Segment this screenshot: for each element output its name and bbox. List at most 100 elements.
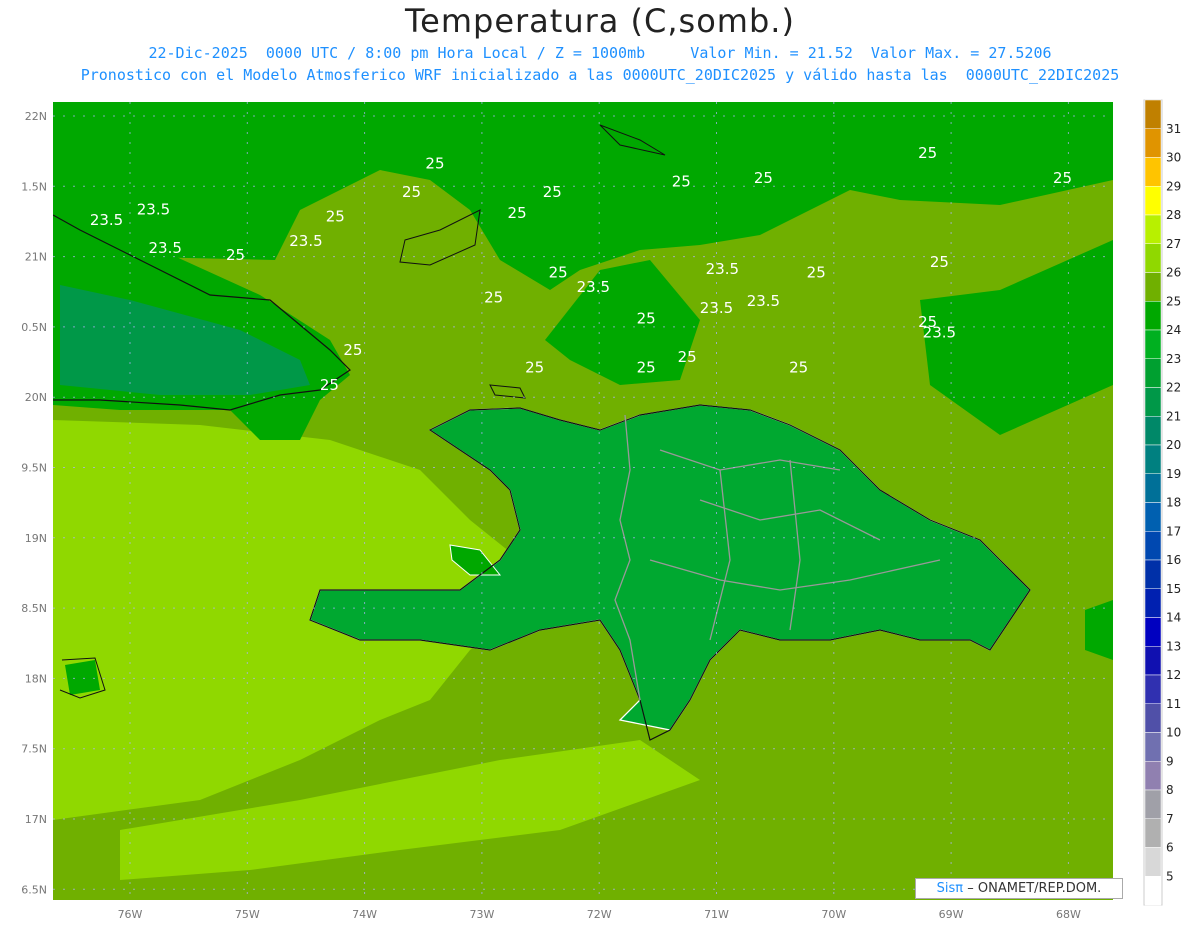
contour-label: 25: [754, 169, 773, 187]
colorbar-label: 13: [1166, 639, 1181, 653]
colorbar-label: 23: [1166, 352, 1181, 366]
colorbar-swatch: [1144, 646, 1162, 676]
lat-tick-label: 6.5N: [21, 883, 47, 896]
contour-label: 25: [789, 359, 808, 377]
contour-label: 23.5: [289, 232, 322, 250]
contour-label: 25: [1053, 169, 1072, 187]
colorbar-label: 15: [1166, 582, 1181, 596]
colorbar-label: 31: [1166, 122, 1181, 136]
lat-tick-label: 19N: [25, 532, 47, 545]
lat-tick-label: 1.5N: [21, 180, 47, 193]
colorbar-label: 29: [1166, 179, 1181, 193]
colorbar-label: 8: [1166, 783, 1174, 797]
lon-tick-label: 70W: [821, 908, 846, 921]
colorbar-label: 6: [1166, 841, 1174, 855]
contour-label: 25: [326, 207, 345, 225]
colorbar-label: 17: [1166, 524, 1181, 538]
contour-label: 25: [402, 183, 421, 201]
contour-label: 25: [525, 359, 544, 377]
sispi-logo: Sisπ: [936, 881, 964, 896]
colorbar-swatch: [1144, 617, 1162, 647]
contour-label: 23.5: [747, 292, 780, 310]
contour-label: 25: [484, 288, 503, 306]
model-info-line: Pronostico con el Modelo Atmosferico WRF…: [80, 66, 1120, 84]
colorbar-label: 26: [1166, 266, 1181, 280]
contour-label: 25: [543, 183, 562, 201]
contour-label: 25: [807, 264, 826, 282]
credit-box: Sisπ – ONAMET/REP.DOM.: [915, 878, 1123, 899]
colorbar-swatch: [1144, 674, 1162, 704]
colorbar-label: 18: [1166, 496, 1181, 510]
contour-label: 25: [672, 172, 691, 190]
colorbar-label: 16: [1166, 553, 1181, 567]
contour-label: 25: [918, 144, 937, 162]
contour-label: 23.5: [706, 260, 739, 278]
lon-tick-label: 76W: [118, 908, 143, 921]
lat-tick-label: 17N: [25, 813, 47, 826]
colorbar-swatch: [1144, 416, 1162, 446]
contour-label: 23.5: [148, 239, 181, 257]
colorbar-label: 14: [1166, 611, 1181, 625]
colorbar-swatch: [1144, 588, 1162, 618]
colorbar-swatch: [1144, 876, 1162, 906]
contour-label: 23.5: [137, 200, 170, 218]
credit-text: – ONAMET/REP.DOM.: [967, 881, 1102, 896]
colorbar-swatch: [1144, 157, 1162, 187]
colorbar-swatch: [1144, 329, 1162, 359]
lon-tick-label: 72W: [587, 908, 612, 921]
map-title: Temperatura (C,somb.): [405, 2, 795, 40]
colorbar-label: 12: [1166, 668, 1181, 682]
colorbar-swatch: [1144, 789, 1162, 819]
contour-label: 25: [226, 246, 245, 264]
contour-label: 25: [425, 155, 444, 173]
contour-label: 23.5: [700, 299, 733, 317]
colorbar-swatch: [1144, 99, 1162, 129]
contour-label: 25: [549, 264, 568, 282]
colorbar-label: 11: [1166, 697, 1181, 711]
contour-label: 25: [343, 341, 362, 359]
colorbar-swatch: [1144, 301, 1162, 331]
colorbar-swatch: [1144, 243, 1162, 273]
contour-label: 25: [678, 348, 697, 366]
contour-label: 25: [637, 359, 656, 377]
lat-tick-label: 8.5N: [21, 602, 47, 615]
lat-tick-label: 9.5N: [21, 462, 47, 475]
colorbar-swatch: [1144, 847, 1162, 877]
colorbar-label: 19: [1166, 467, 1181, 481]
colorbar-swatch: [1144, 502, 1162, 532]
contour-label: 23.5: [577, 278, 610, 296]
contour-label: 25: [637, 309, 656, 327]
lon-tick-label: 74W: [352, 908, 377, 921]
contour-label: 25: [320, 376, 339, 394]
colorbar-label: 22: [1166, 381, 1181, 395]
lon-tick-label: 69W: [939, 908, 964, 921]
cool-region: [65, 660, 100, 695]
lat-tick-label: 21N: [25, 251, 47, 264]
contour-label: 23.5: [90, 211, 123, 229]
temperature-map: 22N 1.5N 21N 0.5N 20N 9.5N 19N 8.5N 18N 7.5N 17N 6.…: [21, 99, 1181, 921]
colorbar-swatch: [1144, 761, 1162, 791]
lat-tick-label: 0.5N: [21, 321, 47, 334]
colorbar-label: 24: [1166, 323, 1181, 337]
colorbar-swatch: [1144, 818, 1162, 848]
colorbar-swatch: [1144, 444, 1162, 474]
colorbar-label: 21: [1166, 409, 1181, 423]
colorbar-swatch: [1144, 186, 1162, 216]
lon-tick-label: 73W: [469, 908, 494, 921]
colorbar-label: 9: [1166, 754, 1174, 768]
lon-tick-label: 68W: [1056, 908, 1081, 921]
colorbar-label: 5: [1166, 869, 1174, 883]
colorbar-swatch: [1144, 214, 1162, 244]
colorbar-swatch: [1144, 732, 1162, 762]
colorbar-label: 30: [1166, 151, 1181, 165]
cool-region: [1085, 600, 1113, 660]
colorbar: 31 30 29 28 27 26 25 24 23 22 21 20 19 18 17 16 15 14 13 12…: [1143, 99, 1181, 906]
lat-tick-label: 22N: [25, 110, 47, 123]
colorbar-swatch: [1144, 128, 1162, 158]
colorbar-label: 27: [1166, 237, 1181, 251]
colorbar-label: 10: [1166, 726, 1181, 740]
colorbar-swatch: [1144, 703, 1162, 733]
lon-tick-label: 71W: [704, 908, 729, 921]
colorbar-swatch: [1144, 559, 1162, 589]
contour-label: 25: [508, 204, 527, 222]
